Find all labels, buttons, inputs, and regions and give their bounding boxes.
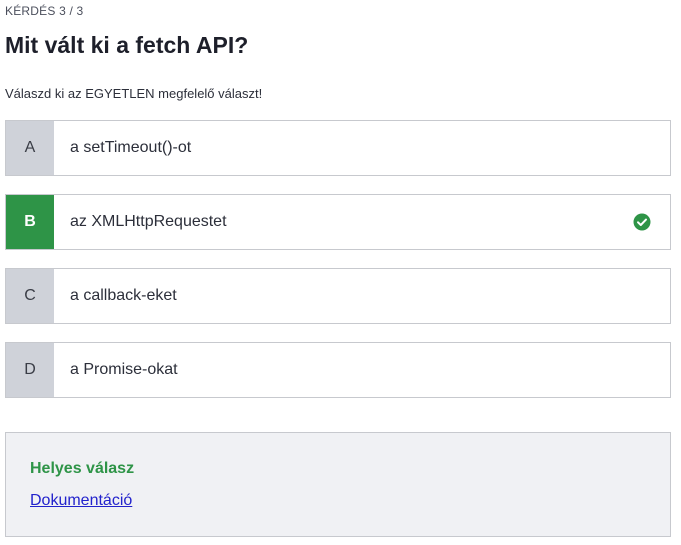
answer-text-b: az XMLHttpRequestet (70, 213, 227, 230)
check-circle-icon (633, 213, 651, 231)
answer-letter-c: C (6, 269, 54, 323)
answer-letter-d: D (6, 343, 54, 397)
answer-option-d[interactable]: D a Promise-okat (5, 342, 671, 398)
answer-text-d: a Promise-okat (70, 361, 178, 378)
answer-option-c[interactable]: C a callback-eket (5, 268, 671, 324)
answer-text-c: a callback-eket (70, 287, 177, 304)
question-counter: KÉRDÉS 3 / 3 (5, 4, 84, 18)
answer-option-b[interactable]: B az XMLHttpRequestet (5, 194, 671, 250)
documentation-link[interactable]: Dokumentáció (30, 492, 132, 510)
instruction-text: Válaszd ki az EGYETLEN megfelelő választ… (5, 86, 263, 101)
answer-option-a[interactable]: A a setTimeout()-ot (5, 120, 671, 176)
feedback-panel: Helyes válasz Dokumentáció (5, 432, 671, 537)
answer-letter-a: A (6, 121, 54, 175)
answer-text-a: a setTimeout()-ot (70, 139, 192, 156)
question-title: Mit vált ki a fetch API? (5, 32, 249, 58)
feedback-title: Helyes válasz (30, 460, 135, 477)
answer-letter-b: B (6, 195, 54, 249)
